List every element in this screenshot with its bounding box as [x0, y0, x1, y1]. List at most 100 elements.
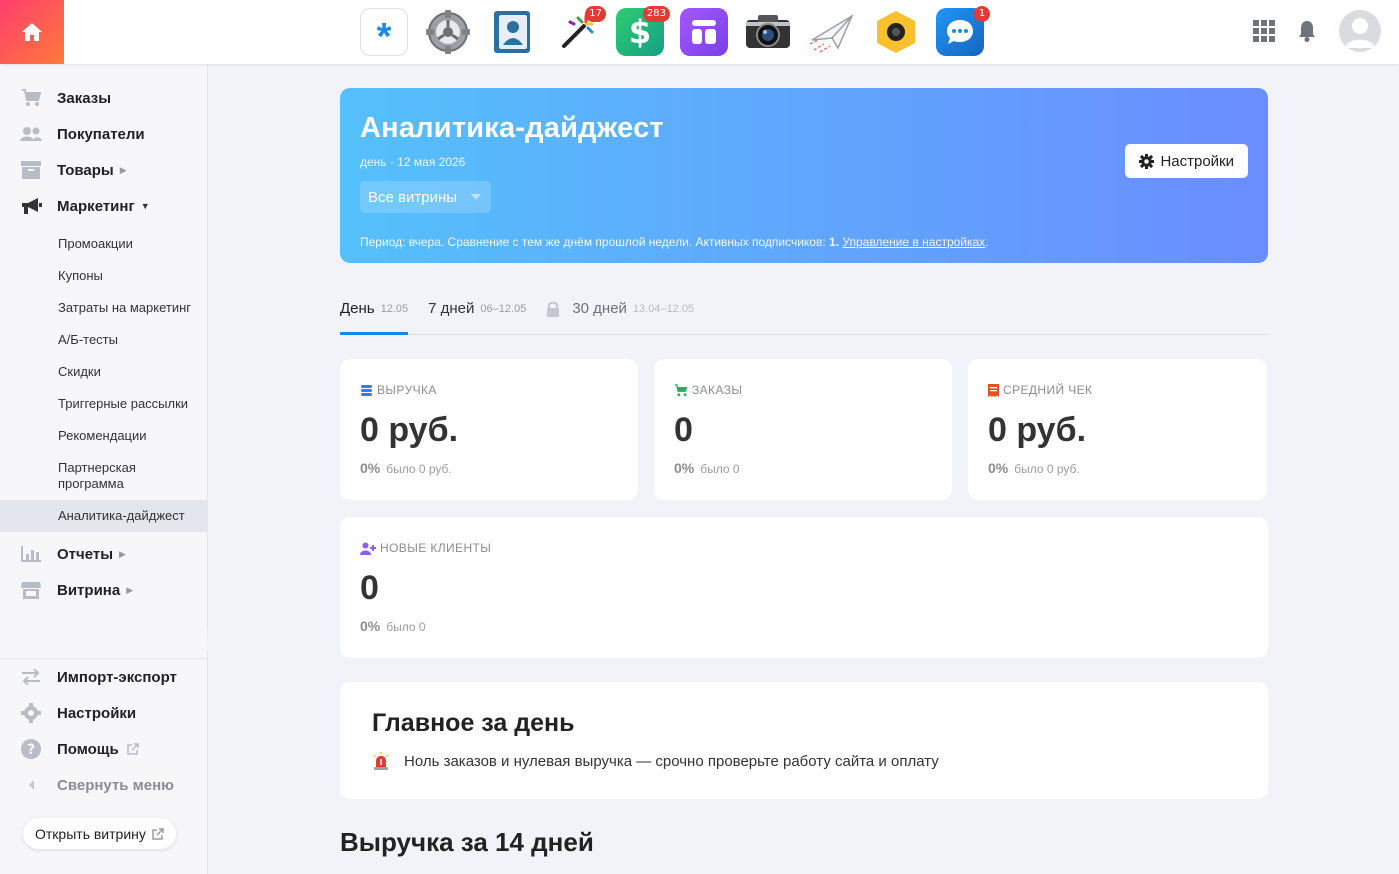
tab-7-days[interactable]: 7 дней 06–12.05	[428, 299, 526, 335]
chevron-right-icon: ▶	[119, 164, 127, 175]
sidebar-bottom-nav: Импорт-экспорт Настройки ? Помощь Сверну…	[0, 658, 208, 803]
metric-change: 0%	[674, 460, 695, 476]
sidebar-item-label: Настройки	[57, 704, 137, 722]
sidebar-subitem-ab-tests[interactable]: А/Б-тесты	[58, 324, 208, 356]
gear-icon	[1139, 153, 1155, 169]
sidebar-item-orders[interactable]: Заказы	[0, 80, 208, 116]
settings-button-label: Настройки	[1160, 152, 1234, 170]
revenue-section-title: Выручка за 14 дней	[340, 827, 594, 857]
metric-previous: было 0	[700, 462, 740, 476]
sidebar-item-marketing[interactable]: Маркетинг ▼	[0, 188, 208, 224]
summary-alert-text: Ноль заказов и нулевая выручка — срочно …	[404, 752, 939, 770]
open-store-label: Открыть витрину	[35, 825, 146, 842]
magic-wand-app-icon[interactable]: 17	[552, 6, 606, 56]
tab-range: 06–12.05	[480, 303, 527, 315]
metric-cards: ВЫРУЧКА 0 руб. 0% было 0 руб. ЗАКАЗЫ 0 0%…	[340, 359, 1268, 500]
sidebar-item-label: Витрина	[57, 581, 121, 599]
gear-icon	[20, 703, 42, 723]
user-plus-icon	[360, 542, 376, 555]
sidebar-subitem-costs[interactable]: Затраты на маркетинг	[58, 292, 208, 324]
tab-day[interactable]: День 12.05	[340, 299, 409, 335]
webcam-app-icon[interactable]	[872, 8, 920, 56]
sidebar-subitem-coupons[interactable]: Купоны	[58, 260, 208, 292]
sidebar-subitem-digest[interactable]: Аналитика-дайджест	[0, 500, 208, 532]
metric-card-new-clients: НОВЫЕ КЛИЕНТЫ 0 0% было 0	[340, 517, 1268, 658]
home-button[interactable]	[0, 0, 64, 64]
metric-value: 0 руб.	[988, 411, 1087, 449]
sidebar-subitem-discounts[interactable]: Скидки	[58, 356, 208, 388]
shapes-app-icon[interactable]	[680, 8, 728, 56]
tab-label: 30 дней	[572, 300, 627, 317]
sidebar-item-storefront[interactable]: Витрина ▶	[0, 572, 208, 608]
sidebar-subitem-partner[interactable]: Партнерская программа	[58, 452, 208, 500]
chevron-right-icon: ▶	[126, 584, 134, 595]
app-badge: 17	[585, 6, 606, 22]
sidebar-item-import-export[interactable]: Импорт-экспорт	[0, 659, 208, 695]
coins-icon	[361, 384, 372, 396]
metric-card-avg-check: СРЕДНИЙ ЧЕК 0 руб. 0% было 0 руб.	[968, 359, 1267, 500]
apps-grid-icon[interactable]	[1253, 20, 1275, 42]
users-icon	[20, 124, 42, 144]
sidebar-item-label: Маркетинг	[57, 197, 135, 215]
sidebar-item-label: Покупатели	[57, 125, 145, 143]
asterisk-app-icon[interactable]: *	[360, 8, 408, 56]
sidebar: Заказы Покупатели Товары ▶ Маркетинг ▼ П…	[0, 64, 208, 874]
home-icon	[22, 23, 42, 41]
store-select[interactable]: Все витрины	[360, 181, 492, 213]
metric-previous: было 0 руб.	[386, 462, 452, 476]
metric-previous: было 0 руб.	[1014, 462, 1080, 476]
sidebar-item-label: Помощь	[57, 740, 119, 758]
siren-icon	[373, 752, 389, 770]
bell-icon[interactable]	[1297, 20, 1317, 42]
contacts-app-icon[interactable]	[488, 8, 536, 56]
sidebar-item-customers[interactable]: Покупатели	[0, 116, 208, 152]
main-content: Аналитика-дайджест день · 12 мая 2026 Вс…	[340, 88, 1268, 858]
sidebar-item-reports[interactable]: Отчеты ▶	[0, 536, 208, 572]
sidebar-item-label: Отчеты	[57, 545, 114, 563]
gear-app-icon[interactable]	[424, 8, 472, 56]
arrows-exchange-icon	[20, 667, 42, 687]
tab-range: 12.05	[380, 303, 409, 315]
metric-change: 0%	[988, 460, 1009, 476]
settings-button[interactable]: Настройки	[1125, 144, 1248, 178]
paper-plane-app-icon[interactable]	[808, 8, 856, 56]
sidebar-subitem-triggers[interactable]: Триггерные рассылки	[58, 388, 208, 420]
cart-icon	[20, 88, 42, 108]
summary-alert: Ноль заказов и нулевая выручка — срочно …	[372, 752, 1236, 770]
metric-card-revenue: ВЫРУЧКА 0 руб. 0% было 0 руб.	[340, 359, 638, 500]
metric-label: СРЕДНИЙ ЧЕК	[1003, 383, 1093, 397]
tab-30-days[interactable]: 30 дней 13.04–12.05	[546, 299, 694, 335]
period-text: Период: вчера. Сравнение с тем же днём п…	[360, 235, 830, 249]
manage-settings-link[interactable]: Управление в настройках	[842, 235, 985, 249]
metric-change: 0%	[360, 618, 381, 634]
question-icon: ?	[20, 739, 42, 759]
sidebar-main-nav: Заказы Покупатели Товары ▶ Маркетинг ▼ П…	[0, 80, 208, 648]
avatar[interactable]	[1339, 10, 1381, 52]
dollar-app-icon[interactable]: $ 283	[616, 6, 670, 56]
sidebar-item-label: Импорт-экспорт	[57, 668, 177, 686]
app-launcher: * 17 $ 283 1	[360, 6, 990, 56]
sidebar-item-help[interactable]: ? Помощь	[0, 731, 208, 767]
subscribers-count: 1.	[829, 235, 840, 249]
sidebar-item-collapse[interactable]: Свернуть меню	[0, 767, 208, 803]
tab-range: 13.04–12.05	[632, 303, 695, 315]
external-link-icon	[152, 827, 164, 840]
metric-label: ЗАКАЗЫ	[692, 383, 743, 397]
metric-card-orders: ЗАКАЗЫ 0 0% было 0	[654, 359, 952, 500]
scroll-fade	[0, 624, 208, 650]
sidebar-subitem-promos[interactable]: Промоакции	[58, 228, 208, 260]
metric-label: НОВЫЕ КЛИЕНТЫ	[380, 541, 492, 555]
sidebar-item-products[interactable]: Товары ▶	[0, 152, 208, 188]
metric-label: ВЫРУЧКА	[377, 383, 437, 397]
user-avatar-icon	[1345, 18, 1375, 48]
chevron-left-icon	[20, 775, 42, 795]
sidebar-subitem-recommendations[interactable]: Рекомендации	[58, 420, 208, 452]
metric-value: 0	[360, 569, 379, 607]
top-bar: * 17 $ 283 1	[0, 0, 1399, 64]
chevron-down-icon: ▼	[140, 201, 150, 211]
camera-app-icon[interactable]	[744, 8, 792, 56]
chat-app-icon[interactable]: 1	[936, 6, 990, 56]
period-note: Период: вчера. Сравнение с тем же днём п…	[360, 235, 1248, 249]
open-store-button[interactable]: Открыть витрину	[23, 818, 176, 849]
sidebar-item-settings[interactable]: Настройки	[0, 695, 208, 731]
